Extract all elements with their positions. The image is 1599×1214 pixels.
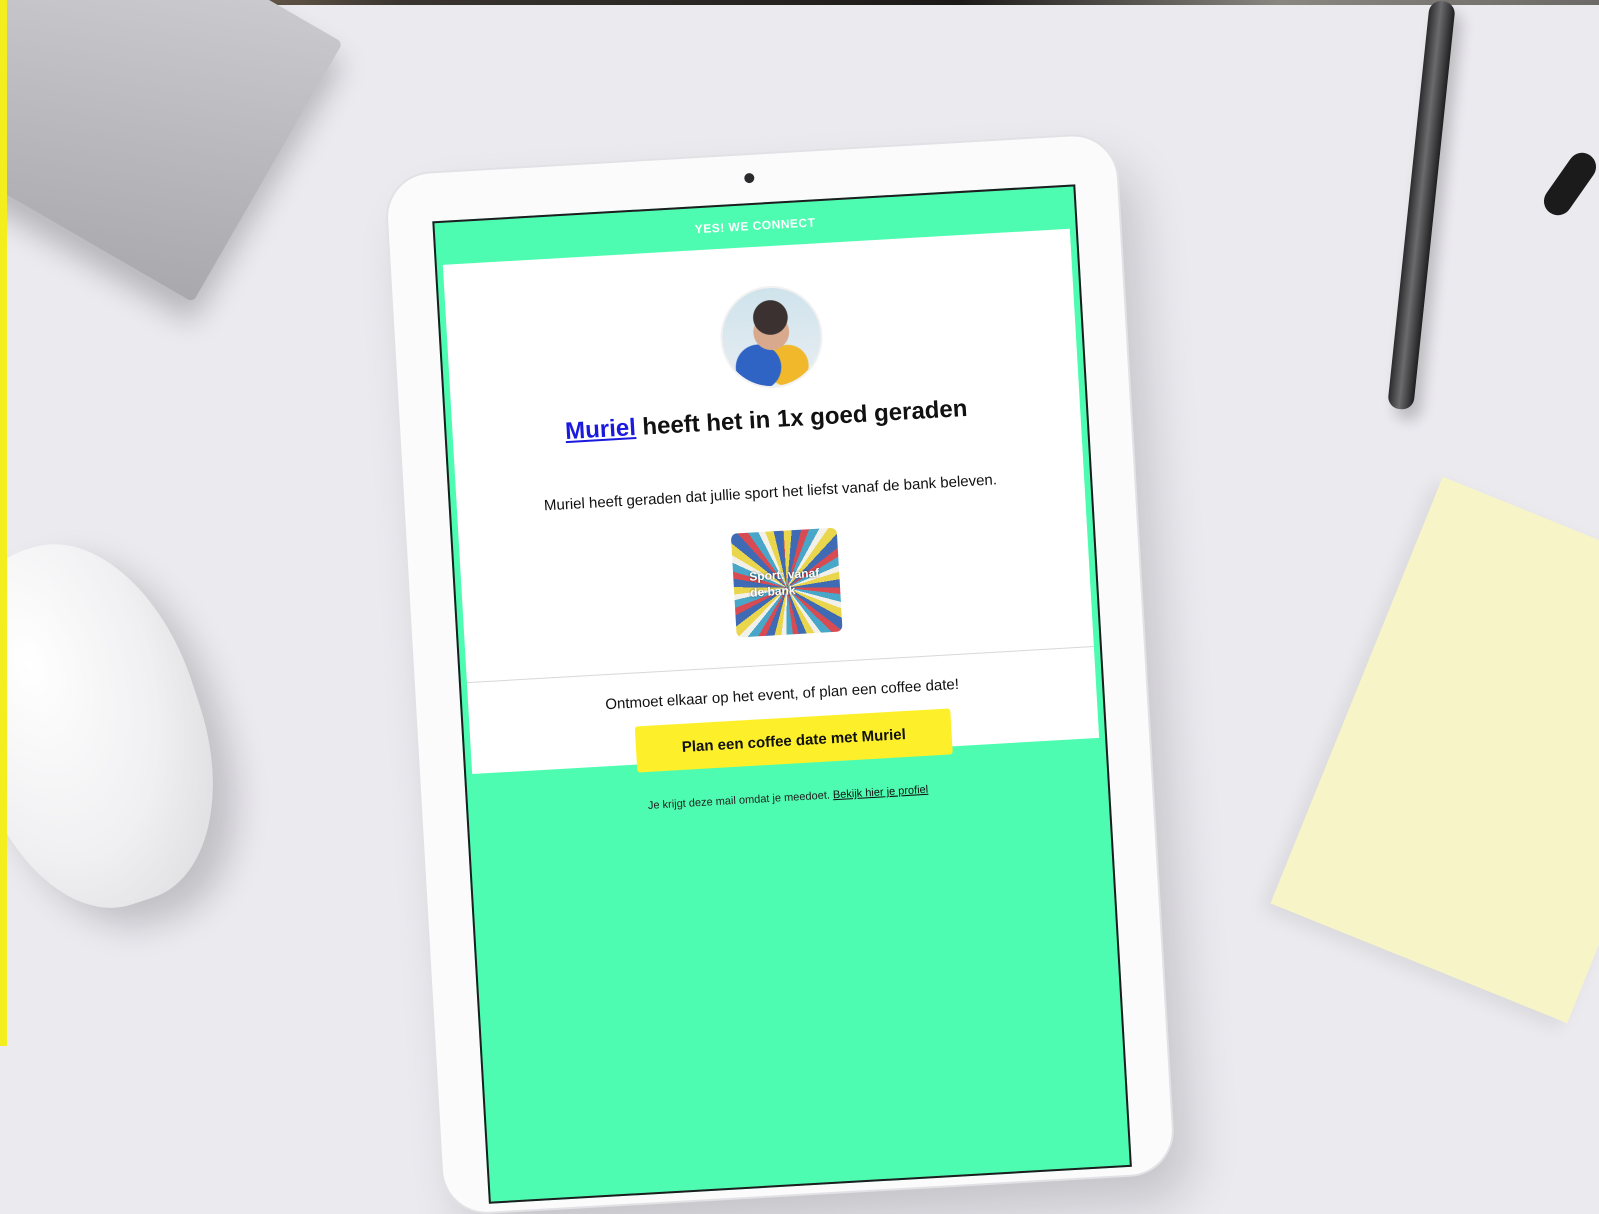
email-body: Muriel heeft het in 1x goed geraden Muri… — [442, 228, 1100, 775]
profile-name-link[interactable]: Muriel — [564, 414, 636, 445]
footer-text: Je krijgt deze mail omdat je meedoet. — [647, 789, 834, 812]
plan-coffee-date-button[interactable]: Plan een coffee date met Muriel — [634, 708, 953, 773]
view-profile-link[interactable]: Bekijk hier je profiel — [833, 784, 929, 801]
page-title: Muriel heeft het in 1x goed geraden — [452, 388, 1081, 452]
email-screen: YES! WE CONNECT Muriel heeft het in 1x g… — [432, 184, 1132, 1204]
avatar — [717, 283, 826, 391]
tablet-device: YES! WE CONNECT Muriel heeft het in 1x g… — [385, 133, 1175, 1214]
answer-card-image: Sport: vanaf de bank — [730, 527, 843, 638]
tablet-scene: YES! WE CONNECT Muriel heeft het in 1x g… — [0, 0, 1599, 1214]
email-footer: Je krijgt deze mail omdat je meedoet. Be… — [468, 773, 1108, 822]
headline-text: heeft het in 1x goed geraden — [635, 394, 969, 442]
camera-icon — [744, 172, 755, 184]
answer-card-label: Sport: vanaf de bank — [748, 565, 820, 600]
guess-description: Muriel heeft geraden dat jullie sport he… — [543, 471, 998, 515]
